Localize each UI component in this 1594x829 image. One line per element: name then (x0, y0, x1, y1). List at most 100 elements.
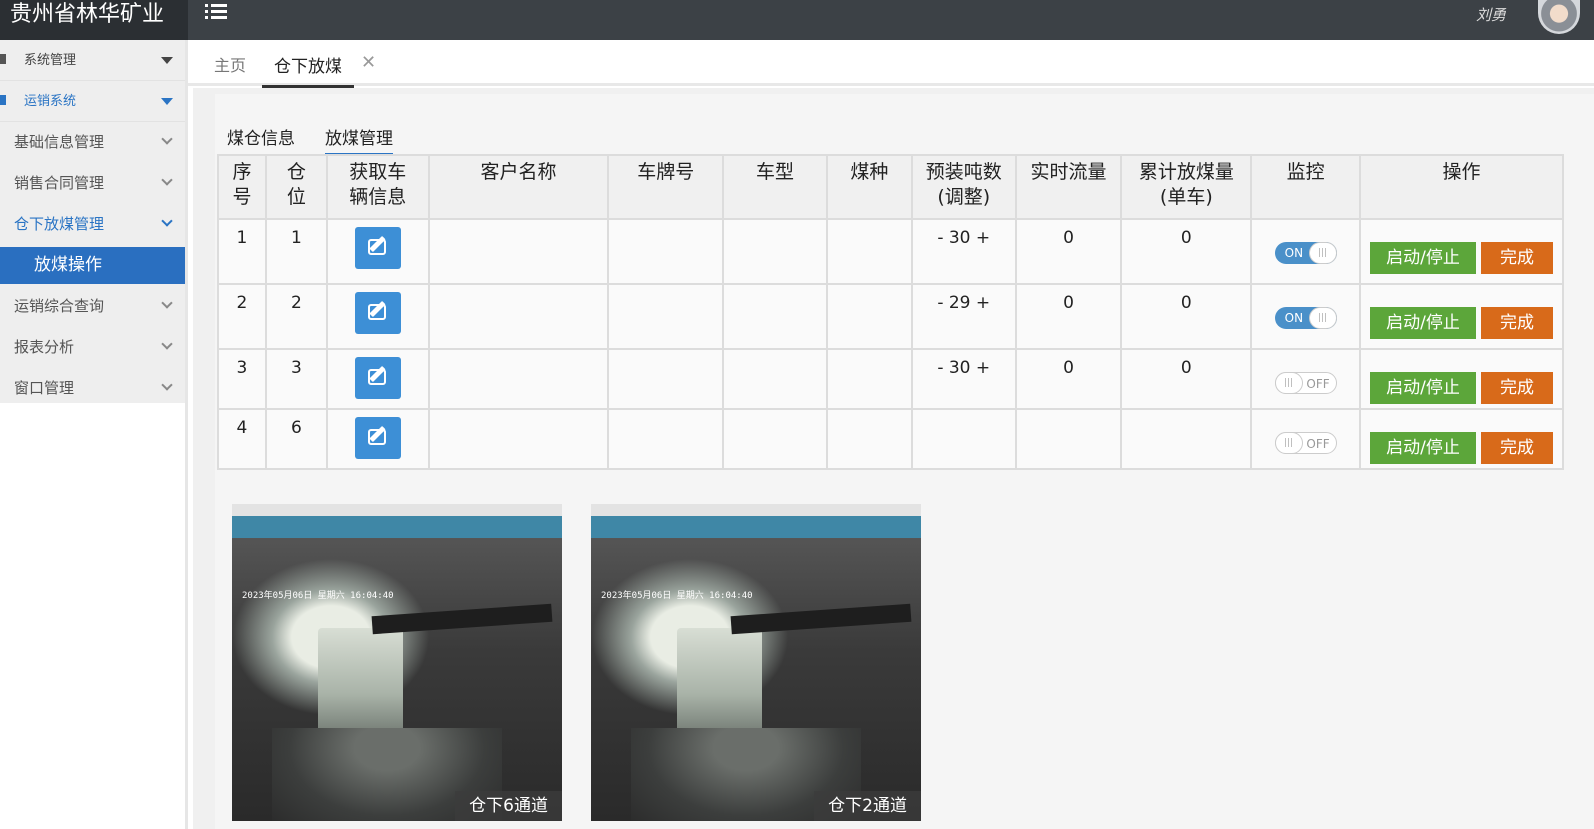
monitor-toggle[interactable]: ON ||| (1274, 307, 1337, 329)
subtab-bin-info[interactable]: 煤仓信息 (227, 124, 295, 149)
cell-plate (607, 283, 725, 350)
sidebar-item-window[interactable]: 窗口管理 (0, 368, 185, 409)
col-bin: 仓位 (264, 154, 328, 220)
monitor-toggle[interactable]: ON ||| (1274, 242, 1337, 264)
sidebar-item-sales-system[interactable]: 运销系统 (0, 81, 185, 122)
camera-feed[interactable]: 2023年05月06日 星期六 16:04:40 仓下6通道 (232, 504, 562, 821)
camera-label: 仓下6通道 (455, 791, 562, 821)
bookmark-icon (0, 95, 6, 105)
cell-plate (607, 408, 725, 470)
cell-flow: 0 (1014, 218, 1123, 285)
chevron-down-icon (161, 338, 173, 350)
preset-stepper[interactable]: - 30 + (910, 348, 1017, 410)
cell-monitor: ||| OFF (1250, 408, 1362, 470)
cell-total: 0 (1120, 218, 1253, 285)
cell-customer (427, 408, 610, 470)
sidebar-item-discharge-operation[interactable]: 放煤操作 (0, 247, 185, 284)
edit-button[interactable] (354, 227, 401, 269)
chevron-down-icon (161, 297, 173, 309)
col-preset-tons: 预装吨数 (调整) (910, 154, 1017, 220)
cell-flow: 0 (1014, 348, 1123, 410)
cell-customer (427, 218, 610, 285)
start-stop-button[interactable]: 启动/停止 (1370, 307, 1477, 339)
avatar[interactable] (1538, 0, 1580, 34)
camera-image: 2023年05月06日 星期六 16:04:40 (591, 538, 921, 821)
chevron-down-icon (161, 379, 173, 391)
col-total-discharge: 累计放煤量 (单车) (1120, 154, 1253, 220)
cell-flow (1014, 408, 1123, 470)
cell-model (722, 348, 828, 410)
complete-button[interactable]: 完成 (1481, 372, 1554, 404)
cell-monitor: ||| OFF (1250, 348, 1362, 410)
complete-button[interactable]: 完成 (1481, 432, 1554, 464)
start-stop-button[interactable]: 启动/停止 (1370, 372, 1477, 404)
cell-monitor: ON ||| (1250, 283, 1362, 350)
preset-stepper[interactable]: - 30 + (910, 218, 1017, 285)
col-fetch-vehicle: 获取车 辆信息 (325, 154, 430, 220)
cell-coal (825, 283, 913, 350)
sidebar-item-system[interactable]: 系统管理 (0, 40, 185, 81)
monitor-toggle[interactable]: ||| OFF (1274, 432, 1337, 454)
sidebar-item-reports[interactable]: 报表分析 (0, 327, 185, 368)
col-plate: 车牌号 (607, 154, 725, 220)
cell-model (722, 408, 828, 470)
edit-button[interactable] (354, 292, 401, 334)
cell-model (722, 283, 828, 350)
caret-down-icon (161, 57, 173, 64)
sidebar-item-contracts[interactable]: 销售合同管理 (0, 163, 185, 204)
cell-fetch (325, 218, 430, 285)
preset-stepper[interactable]: - 29 + (910, 283, 1017, 350)
col-seq: 序号 (217, 154, 267, 220)
camera-timestamp: 2023年05月06日 星期六 16:04:40 (601, 591, 753, 601)
cell-coal (825, 408, 913, 470)
cell-customer (427, 283, 610, 350)
preset-stepper[interactable] (910, 408, 1017, 470)
chevron-down-icon (161, 133, 173, 145)
tab-bin-discharge[interactable]: 仓下放煤 (262, 52, 354, 88)
camera-label: 仓下2通道 (814, 791, 921, 821)
cell-total (1120, 408, 1253, 470)
cell-seq: 2 (217, 283, 267, 350)
cell-total: 0 (1120, 348, 1253, 410)
tab-home[interactable]: 主页 (214, 52, 246, 76)
cell-ops: 启动/停止 完成 (1359, 218, 1564, 285)
camera-timestamp: 2023年05月06日 星期六 16:04:40 (242, 591, 394, 601)
edit-button[interactable] (354, 417, 401, 459)
chevron-down-icon (161, 215, 173, 227)
sidebar: 系统管理 运销系统 基础信息管理 销售合同管理 仓下放煤管理 放煤操作 运销综合… (0, 40, 188, 829)
user-icon (0, 54, 6, 64)
complete-button[interactable]: 完成 (1481, 307, 1554, 339)
start-stop-button[interactable]: 启动/停止 (1370, 242, 1477, 274)
cell-model (722, 218, 828, 285)
cell-bin: 6 (264, 408, 328, 470)
close-icon[interactable]: ✕ (361, 52, 376, 73)
cell-fetch (325, 348, 430, 410)
col-model: 车型 (722, 154, 828, 220)
username[interactable]: 刘勇 (1476, 4, 1506, 25)
menu-toggle-icon[interactable] (205, 4, 227, 22)
col-monitor: 监控 (1250, 154, 1362, 220)
sidebar-item-basic-info[interactable]: 基础信息管理 (0, 122, 185, 163)
sidebar-item-query[interactable]: 运销综合查询 (0, 286, 185, 327)
content-area: 煤仓信息 放煤管理 序号 仓位 获取车 辆信息 客户名称 车牌号 车型 煤种 预装… (193, 88, 1594, 829)
sidebar-item-bin-discharge[interactable]: 仓下放煤管理 (0, 204, 185, 245)
content-panel: 煤仓信息 放煤管理 序号 仓位 获取车 辆信息 客户名称 车牌号 车型 煤种 预装… (215, 94, 1594, 829)
start-stop-button[interactable]: 启动/停止 (1370, 432, 1477, 464)
cell-ops: 启动/停止 完成 (1359, 348, 1564, 410)
col-customer: 客户名称 (427, 154, 610, 220)
chevron-down-icon (161, 174, 173, 186)
top-bar: 贵州省林华矿业 刘勇 (0, 0, 1594, 40)
cell-customer (427, 348, 610, 410)
camera-image: 2023年05月06日 星期六 16:04:40 (232, 538, 562, 821)
table-row: 2 2 - 29 + 0 0 ON ||| 启动/停止 完成 (217, 283, 1564, 350)
cell-seq: 3 (217, 348, 267, 410)
subtab-discharge-management[interactable]: 放煤管理 (325, 124, 393, 155)
camera-feed[interactable]: 2023年05月06日 星期六 16:04:40 仓下2通道 (591, 504, 921, 821)
edit-button[interactable] (354, 357, 401, 399)
table-row: 3 3 - 30 + 0 0 ||| OFF 启动/停止 完成 (217, 348, 1564, 410)
col-realtime-flow: 实时流量 (1014, 154, 1123, 220)
cell-bin: 2 (264, 283, 328, 350)
monitor-toggle[interactable]: ||| OFF (1274, 372, 1337, 394)
complete-button[interactable]: 完成 (1481, 242, 1554, 274)
cell-seq: 1 (217, 218, 267, 285)
